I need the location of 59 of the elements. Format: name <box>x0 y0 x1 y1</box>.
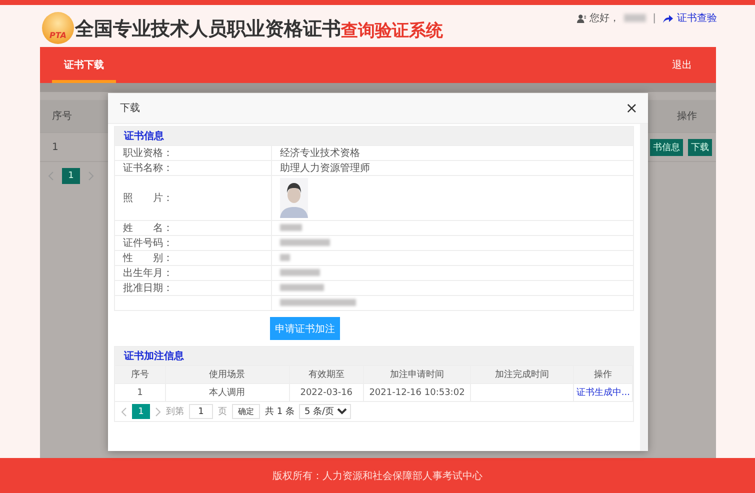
column-header: 序号 <box>130 370 149 380</box>
field-value: 助理人力资源管理师 <box>280 163 370 174</box>
table-cell: 1 <box>137 388 143 398</box>
table-cell: 2021-12-16 10:53:02 <box>369 388 465 398</box>
column-header: 使用场景 <box>209 370 246 380</box>
page-unit: 页 <box>218 406 227 418</box>
field-label: 姓 名： <box>123 223 173 234</box>
blurred-value <box>280 239 330 246</box>
field-label: 职业资格： <box>123 148 173 159</box>
table-cell: 2022-03-16 <box>300 388 353 398</box>
blurred-value <box>280 224 302 232</box>
page-input[interactable]: 1 <box>189 404 213 419</box>
scrollbar[interactable] <box>640 124 648 451</box>
column-header: 加注完成时间 <box>495 370 550 380</box>
column-header: 有效期至 <box>308 370 344 380</box>
confirm-button[interactable]: 确定 <box>232 404 260 419</box>
blurred-username <box>624 14 646 22</box>
field-label: 批准日期： <box>123 283 173 294</box>
logo: PTA <box>42 12 74 44</box>
chevron-left-icon <box>121 406 127 416</box>
action-button[interactable]: 书信息 <box>650 138 683 156</box>
field-label: 出生年月： <box>123 268 173 279</box>
site-title: 全国专业技术人员职业资格证书 <box>75 17 341 42</box>
field-label: 照 片： <box>123 193 173 204</box>
field-label: 证书名称： <box>123 163 173 174</box>
page-size-select[interactable]: 5 条/页 <box>299 404 352 419</box>
blurred-value <box>280 254 290 262</box>
verify-link[interactable]: 证书查验 <box>677 11 717 25</box>
table-cell: 本人调用 <box>209 388 246 398</box>
modal-title: 下载 <box>120 102 140 115</box>
column-header: 操作 <box>594 370 612 380</box>
chevron-right-icon <box>155 406 161 416</box>
site-subtitle: 查询验证系统 <box>341 20 443 42</box>
page-button[interactable]: 1 <box>62 168 80 184</box>
column-header: 加注申请时间 <box>390 370 444 380</box>
close-button[interactable]: × <box>625 100 638 116</box>
total-count: 共 1 条 <box>265 406 294 418</box>
share-arrow-icon <box>663 14 673 22</box>
blurred-value <box>280 284 324 292</box>
user-icon <box>576 14 586 22</box>
section-title: 证书加注信息 <box>115 347 633 365</box>
field-value: 经济专业技术资格 <box>280 148 360 159</box>
table-cell-text: 1 <box>51 142 60 152</box>
copyright-text: 版权所有：人力资源和社会保障部人事考试中心 <box>272 470 482 482</box>
field-label: 证件号码： <box>123 238 173 249</box>
section-title: 证书信息 <box>115 127 633 145</box>
action-button[interactable]: 下载 <box>688 138 712 156</box>
logout-link[interactable]: 退出 <box>672 47 704 83</box>
separator: | <box>652 12 656 24</box>
page-button[interactable]: 1 <box>132 404 150 419</box>
column-header: 操作 <box>676 110 698 123</box>
greeting: 您好， <box>590 12 620 25</box>
blurred-value <box>280 269 320 276</box>
field-label: 性 别： <box>123 253 173 264</box>
column-header: 序号 <box>51 110 73 123</box>
chevron-left-icon <box>48 171 54 181</box>
chevron-right-icon <box>88 171 94 181</box>
goto-label: 到第 <box>166 406 184 418</box>
status-link[interactable]: 证书生成中... <box>576 388 630 398</box>
